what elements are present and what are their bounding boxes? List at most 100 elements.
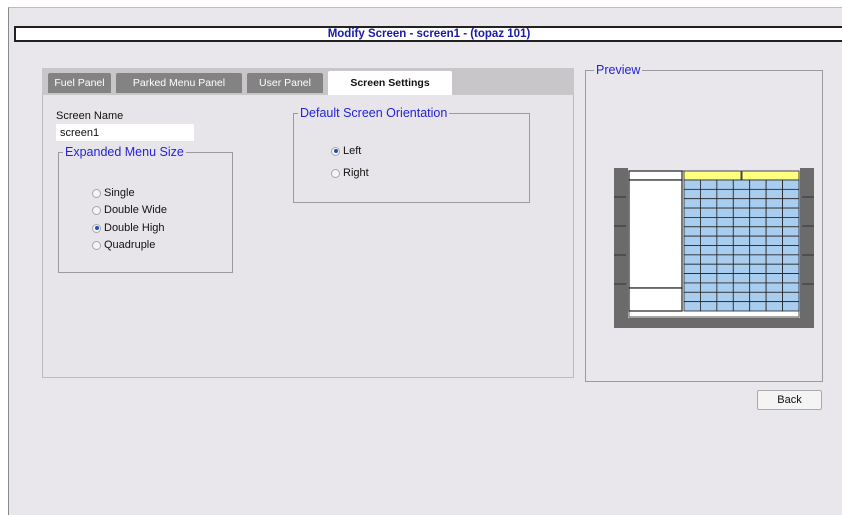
preview-grid-cell: [700, 217, 718, 228]
tab-fuel-panel[interactable]: Fuel Panel: [48, 73, 111, 93]
preview-grid-cell: [782, 226, 800, 237]
preview-grid-cell: [700, 291, 718, 303]
preview-grid-cell: [716, 188, 734, 200]
preview-grid-cell: [732, 226, 751, 237]
back-button[interactable]: Back: [757, 390, 822, 410]
screen-preview-diagram: [614, 168, 814, 328]
preview-grid-cell: [716, 207, 734, 218]
preview-grid-cell: [683, 282, 701, 293]
default-orientation-legend: Default Screen Orientation: [300, 106, 448, 120]
window-title: Modify Screen - screen1 - (topaz 101): [327, 28, 531, 40]
preview-grid-cell: [749, 263, 767, 274]
preview-grid-cell: [732, 263, 751, 274]
preview-grid-cell: [716, 198, 734, 209]
radio-quadruple[interactable]: Quadruple: [92, 239, 155, 251]
preview-right-bezel: [800, 168, 814, 326]
preview-grid-cell: [700, 207, 718, 218]
radio-double-high-indicator: [92, 223, 101, 233]
preview-grid-cell: [765, 301, 783, 312]
preview-grid-cell: [683, 291, 701, 303]
preview-left-bezel: [614, 168, 628, 326]
preview-grid-cell: [782, 179, 800, 190]
preview-grid-cell: [700, 301, 718, 312]
preview-grid-cell: [683, 217, 701, 228]
screen-name-input[interactable]: [56, 124, 194, 141]
preview-grid-cell: [765, 235, 783, 246]
preview-grid-cell: [782, 188, 800, 200]
preview-grid-cell: [716, 254, 734, 265]
default-orientation-group: Default Screen Orientation: [293, 106, 530, 203]
radio-left[interactable]: Left: [331, 145, 361, 157]
tab-user-panel[interactable]: User Panel: [247, 73, 323, 93]
radio-left-label: Left: [343, 145, 362, 157]
radio-double-high[interactable]: Double High: [92, 222, 165, 234]
preview-grid-cell: [782, 263, 800, 274]
preview-grid-cell: [716, 273, 734, 284]
preview-grid-cell: [782, 198, 800, 209]
preview-grid-cell: [765, 245, 783, 256]
preview-legend: Preview: [594, 63, 643, 77]
radio-single[interactable]: Single: [92, 187, 135, 199]
preview-grid-cell: [716, 263, 734, 274]
preview-grid-cell: [749, 207, 767, 218]
preview-grid-cell: [700, 226, 718, 237]
preview-grid-cell: [700, 263, 718, 274]
preview-grid-cell: [683, 188, 701, 200]
preview-grid-cell: [700, 245, 718, 256]
preview-grid-cell: [683, 235, 701, 246]
preview-grid-cell: [732, 179, 751, 190]
preview-grid-cell: [765, 282, 783, 293]
preview-grid-cell: [782, 282, 800, 293]
preview-bottom-bezel: [614, 318, 814, 328]
preview-expanded-menu-block: [628, 179, 683, 289]
tab-screen-settings[interactable]: Screen Settings: [328, 71, 452, 95]
preview-grid-cell: [732, 282, 751, 293]
radio-left-indicator: [331, 146, 340, 156]
preview-grid-cell: [765, 198, 783, 209]
preview-grid-cell: [700, 179, 718, 190]
preview-grid-cell: [716, 245, 734, 256]
preview-grid-cell: [700, 235, 718, 246]
preview-grid-cell: [683, 263, 701, 274]
preview-grid-cell: [732, 188, 751, 200]
preview-grid-cell: [732, 198, 751, 209]
radio-right[interactable]: Right: [331, 167, 369, 179]
preview-grid-cell: [732, 245, 751, 256]
radio-double-wide[interactable]: Double Wide: [92, 204, 167, 216]
preview-grid-cell: [732, 254, 751, 265]
preview-grid-cell: [749, 291, 767, 303]
preview-grid-cell: [716, 291, 734, 303]
preview-header-cell-1: [683, 170, 742, 181]
preview-grid-cell: [782, 301, 800, 312]
tab-parked-menu-panel[interactable]: Parked Menu Panel: [116, 73, 242, 93]
preview-grid-cell: [732, 217, 751, 228]
preview-grid-cell: [683, 226, 701, 237]
preview-grid-cell: [765, 254, 783, 265]
preview-grid-cell: [700, 282, 718, 293]
preview-grid-cell: [749, 254, 767, 265]
preview-grid-cell: [683, 254, 701, 265]
preview-grid-cell: [716, 282, 734, 293]
preview-grid-cell: [683, 207, 701, 218]
preview-grid-cell: [716, 301, 734, 312]
radio-single-label: Single: [104, 187, 135, 199]
radio-right-label: Right: [343, 167, 369, 179]
preview-grid-cell: [765, 179, 783, 190]
preview-grid-cell: [749, 235, 767, 246]
radio-single-indicator: [92, 188, 101, 198]
preview-grid-cell: [749, 188, 767, 200]
preview-grid-cell: [749, 217, 767, 228]
preview-grid-cell: [749, 282, 767, 293]
preview-header-cell-2: [741, 170, 800, 181]
screen-name-label: Screen Name: [56, 110, 124, 122]
preview-grid-cell: [749, 245, 767, 256]
preview-grid-cell: [749, 198, 767, 209]
expanded-menu-size-legend: Expanded Menu Size: [65, 145, 184, 159]
preview-grid-cell: [749, 179, 767, 190]
preview-grid-cell: [749, 273, 767, 284]
preview-grid-cell: [765, 207, 783, 218]
preview-grid-cell: [782, 291, 800, 303]
preview-grid-cell: [716, 235, 734, 246]
preview-button-grid: [683, 179, 800, 312]
tab-strip: Fuel Panel Parked Menu Panel User Panel …: [42, 68, 574, 95]
